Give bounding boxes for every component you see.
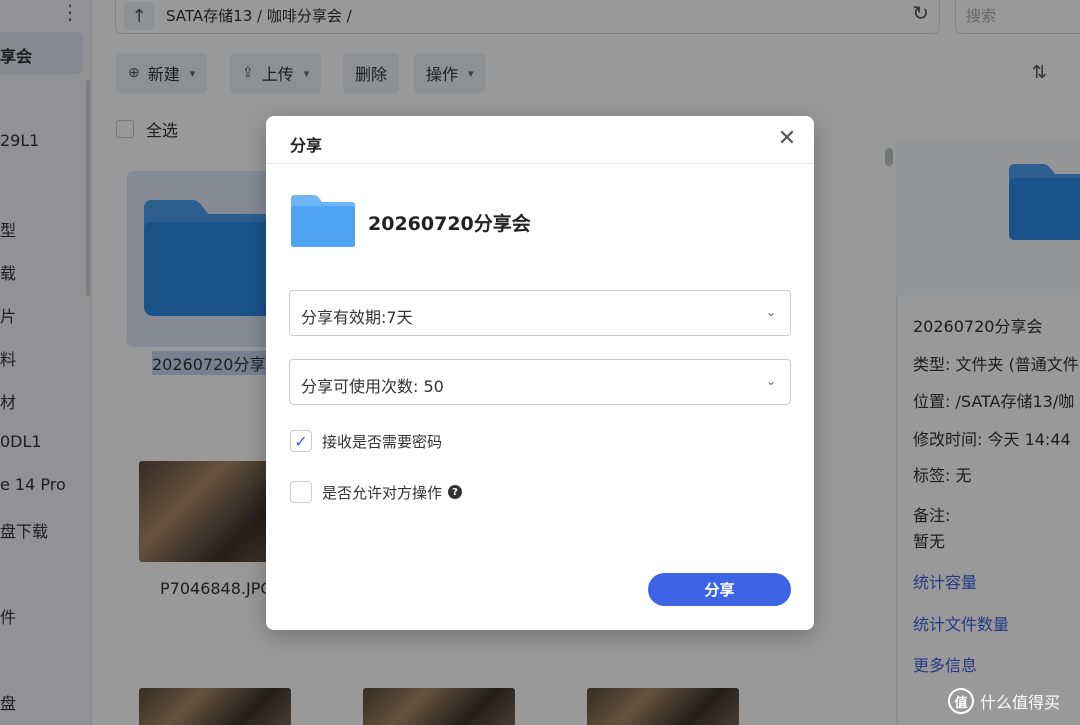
require-password-label: 接收是否需要密码 — [322, 432, 443, 451]
allow-operation-checkbox[interactable] — [290, 481, 312, 503]
validity-value: 分享有效期:7天 — [301, 308, 413, 327]
require-password-checkbox[interactable]: ✓ — [290, 430, 312, 452]
watermark-text: 什么值得买 — [980, 693, 1061, 712]
allow-operation-option[interactable]: 是否允许对方操作 ? — [290, 481, 463, 503]
usage-count-value: 分享可使用次数: 50 — [301, 377, 444, 396]
require-password-option[interactable]: ✓ 接收是否需要密码 — [290, 430, 442, 452]
validity-select[interactable]: 分享有效期:7天 ⌄ — [289, 290, 791, 336]
share-button[interactable]: 分享 — [648, 573, 791, 606]
close-icon[interactable]: ✕ — [774, 126, 800, 152]
dialog-folder-name: 20260720分享会 — [368, 213, 531, 235]
usage-count-select[interactable]: 分享可使用次数: 50 ⌄ — [289, 359, 791, 405]
dialog-title: 分享 — [290, 136, 323, 155]
share-dialog: 分享 ✕ 20260720分享会 分享有效期:7天 ⌄ 分享可使用次数: 50 … — [266, 116, 814, 630]
chevron-down-icon: ⌄ — [765, 374, 776, 388]
allow-operation-label: 是否允许对方操作 — [322, 483, 443, 502]
help-icon[interactable]: ? — [448, 485, 463, 499]
dialog-divider — [266, 163, 814, 164]
watermark: 值 什么值得买 — [948, 688, 1060, 714]
watermark-logo-icon: 值 — [948, 688, 974, 714]
file-manager-app: ⋮ 享会 29L1 型 载 片 料 材 0DL1 e 14 Pro 盘下载 件 … — [0, 0, 1080, 725]
folder-icon — [291, 195, 355, 247]
chevron-down-icon: ⌄ — [765, 305, 776, 319]
